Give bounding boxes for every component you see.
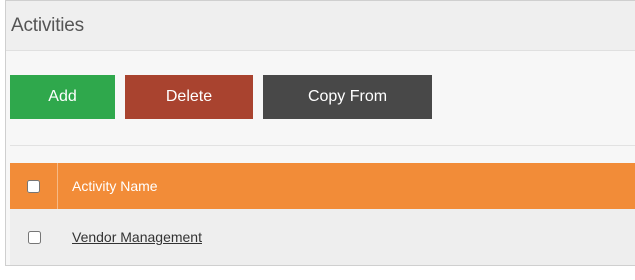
- table-header-row: Activity Name: [10, 163, 635, 209]
- copy-from-button[interactable]: Copy From: [263, 75, 432, 119]
- divider: [10, 145, 635, 146]
- delete-button[interactable]: Delete: [125, 75, 253, 119]
- column-header-activity-name[interactable]: Activity Name: [58, 178, 158, 194]
- add-button[interactable]: Add: [10, 75, 115, 119]
- panel-header: Activities: [6, 1, 635, 51]
- toolbar: Add Delete Copy From: [10, 75, 432, 119]
- activities-table: Activity Name Vendor Management: [10, 163, 635, 265]
- table-row: Vendor Management: [10, 209, 635, 265]
- activity-name-link[interactable]: Vendor Management: [72, 229, 202, 245]
- select-all-checkbox[interactable]: [27, 179, 40, 193]
- row-checkbox-cell: [10, 209, 58, 265]
- activity-name-cell: Vendor Management: [58, 229, 202, 245]
- header-checkbox-cell: [10, 163, 58, 209]
- row-checkbox[interactable]: [27, 230, 41, 244]
- panel-title: Activities: [11, 14, 84, 36]
